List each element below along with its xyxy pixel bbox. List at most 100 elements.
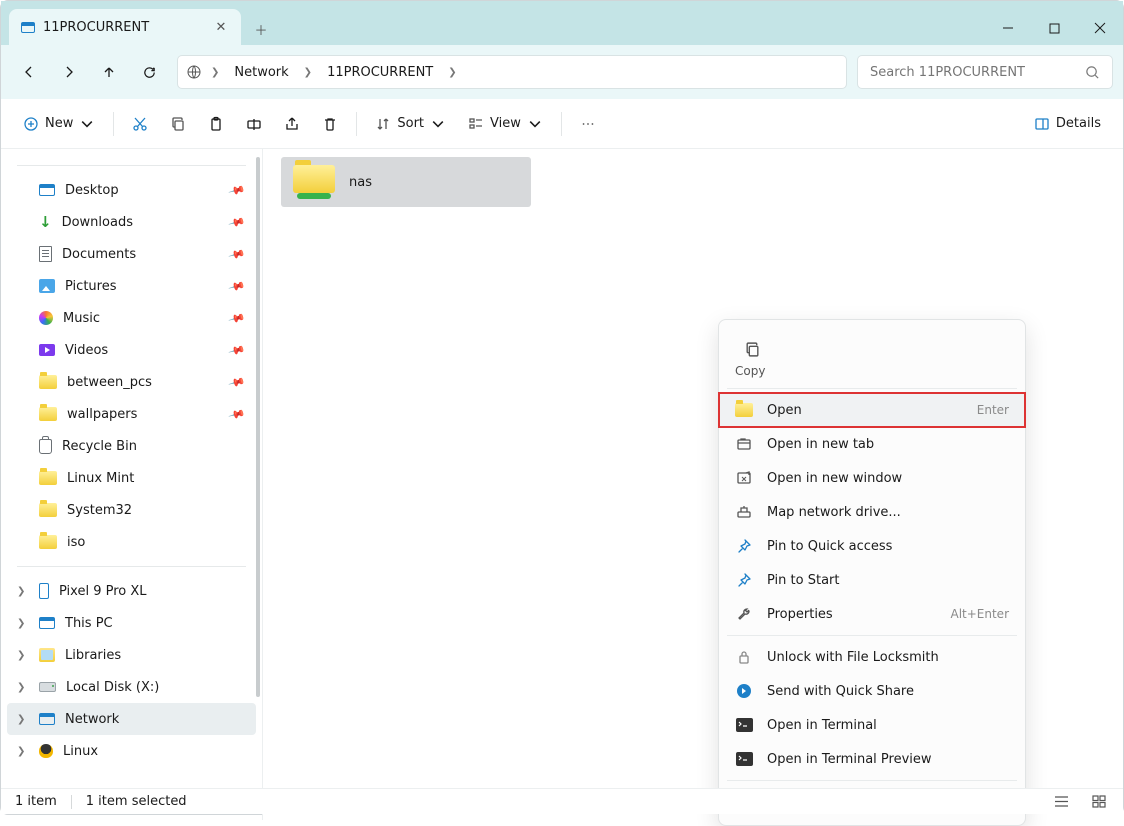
- rename-button[interactable]: [236, 107, 272, 141]
- context-send-with-quick-share[interactable]: Send with Quick Share: [719, 674, 1025, 708]
- up-button[interactable]: [91, 54, 127, 90]
- pin-icon: 📌: [228, 405, 246, 423]
- context-copy-button[interactable]: [735, 332, 769, 366]
- breadcrumb-network[interactable]: Network: [228, 61, 294, 84]
- sidebar-item-between-pcs[interactable]: between_pcs📌: [7, 366, 256, 398]
- sidebar-item-label: This PC: [65, 616, 113, 631]
- cut-button[interactable]: [122, 107, 158, 141]
- search-box[interactable]: [857, 55, 1113, 89]
- sidebar-item-label: wallpapers: [67, 407, 137, 422]
- context-open[interactable]: OpenEnter: [719, 393, 1025, 427]
- sidebar-item-recycle-bin[interactable]: Recycle Bin: [7, 430, 256, 462]
- sidebar-item-music[interactable]: Music📌: [7, 302, 256, 334]
- sidebar-item-system32[interactable]: System32: [7, 494, 256, 526]
- lib-icon: [39, 648, 55, 662]
- folder-icon: [39, 503, 57, 517]
- context-item-label: Properties: [767, 607, 936, 622]
- pin-icon: 📌: [228, 341, 246, 359]
- sidebar-item-videos[interactable]: Videos📌: [7, 334, 256, 366]
- share-button[interactable]: [274, 107, 310, 141]
- delete-button[interactable]: [312, 107, 348, 141]
- expand-icon[interactable]: ❯: [17, 650, 25, 661]
- context-pin-to-start[interactable]: Pin to Start: [719, 563, 1025, 597]
- term-icon: [735, 716, 753, 734]
- expand-icon[interactable]: ❯: [17, 618, 25, 629]
- folder-icon: [735, 401, 753, 419]
- doc-icon: [39, 246, 52, 262]
- minimize-button[interactable]: [985, 11, 1031, 45]
- copy-icon: [744, 341, 761, 358]
- sidebar-item-this-pc[interactable]: ❯ This PC: [7, 607, 256, 639]
- context-item-label: Open in new tab: [767, 437, 1009, 452]
- address-bar[interactable]: ❯ Network ❯ 11PROCURRENT ❯: [177, 55, 847, 89]
- folder-item-nas[interactable]: nas: [281, 157, 531, 207]
- chevron-down-icon: [430, 116, 446, 132]
- maximize-button[interactable]: [1031, 11, 1077, 45]
- context-open-in-new-window[interactable]: Open in new window: [719, 461, 1025, 495]
- chevron-right-icon[interactable]: ❯: [208, 67, 222, 78]
- sidebar-item-pictures[interactable]: Pictures📌: [7, 270, 256, 302]
- context-unlock-with-file-locksmith[interactable]: Unlock with File Locksmith: [719, 640, 1025, 674]
- sidebar-item-linux[interactable]: ❯Linux: [7, 735, 256, 767]
- new-button[interactable]: New: [13, 107, 105, 141]
- sidebar-item-label: Desktop: [65, 183, 119, 198]
- content-area[interactable]: nas Copy OpenEnter Open in new tab Open in…: [263, 149, 1123, 820]
- sort-button[interactable]: Sort: [365, 107, 456, 141]
- sidebar-item-label: Local Disk (X:): [66, 680, 159, 695]
- sidebar-item-desktop[interactable]: Desktop📌: [7, 174, 256, 206]
- forward-button[interactable]: [51, 54, 87, 90]
- context-item-label: Send with Quick Share: [767, 684, 1009, 699]
- pin-icon: [735, 571, 753, 589]
- sidebar-item-pixel-9-pro-xl[interactable]: ❯Pixel 9 Pro XL: [7, 575, 256, 607]
- context-open-in-terminal-preview[interactable]: Open in Terminal Preview: [719, 742, 1025, 776]
- sidebar-item-downloads[interactable]: ↓Downloads📌: [7, 206, 256, 238]
- back-button[interactable]: [11, 54, 47, 90]
- chevron-right-icon[interactable]: ❯: [301, 67, 315, 78]
- grid-view-button[interactable]: [1089, 793, 1109, 811]
- context-open-in-terminal[interactable]: Open in Terminal: [719, 708, 1025, 742]
- context-open-in-new-tab[interactable]: Open in new tab: [719, 427, 1025, 461]
- expand-icon[interactable]: ❯: [17, 586, 25, 597]
- sidebar-item-iso[interactable]: iso: [7, 526, 256, 558]
- sidebar-item-linux-mint[interactable]: Linux Mint: [7, 462, 256, 494]
- details-pane-button[interactable]: Details: [1024, 107, 1111, 141]
- refresh-button[interactable]: [131, 54, 167, 90]
- context-copy-caption: Copy: [719, 364, 1025, 384]
- context-map-network-drive-[interactable]: Map network drive...: [719, 495, 1025, 529]
- expand-icon[interactable]: ❯: [17, 714, 25, 725]
- window-tab[interactable]: 11PROCURRENT ✕: [9, 9, 241, 45]
- context-item-label: Open in new window: [767, 471, 1009, 486]
- view-label: View: [490, 116, 521, 131]
- paste-button[interactable]: [198, 107, 234, 141]
- context-pin-to-quick-access[interactable]: Pin to Quick access: [719, 529, 1025, 563]
- context-quick-actions: [719, 326, 1025, 368]
- lock-icon: [735, 648, 753, 666]
- breadcrumb-current[interactable]: 11PROCURRENT: [321, 61, 439, 84]
- sidebar-item-documents[interactable]: Documents📌: [7, 238, 256, 270]
- sidebar-item-libraries[interactable]: ❯Libraries: [7, 639, 256, 671]
- sidebar-item-wallpapers[interactable]: wallpapers 📌: [7, 398, 256, 430]
- expand-icon[interactable]: ❯: [17, 682, 25, 693]
- list-view-button[interactable]: [1051, 793, 1071, 811]
- copy-button[interactable]: [160, 107, 196, 141]
- pin-icon: 📌: [228, 373, 246, 391]
- paste-icon: [208, 116, 224, 132]
- new-tab-button[interactable]: ＋: [245, 13, 277, 45]
- search-icon: [1085, 65, 1100, 80]
- plus-circle-icon: [23, 116, 39, 132]
- sidebar-item-local-disk-x-[interactable]: ❯ Local Disk (X:): [7, 671, 256, 703]
- close-window-button[interactable]: [1077, 11, 1123, 45]
- sidebar-scrollbar[interactable]: [256, 157, 260, 812]
- navigation-pane: Desktop📌↓Downloads📌Documents📌Pictures📌Mu…: [1, 149, 263, 820]
- wrench-icon: [735, 605, 753, 623]
- expand-icon[interactable]: ❯: [17, 746, 25, 757]
- search-input[interactable]: [870, 65, 1085, 80]
- more-button[interactable]: [570, 107, 606, 141]
- sidebar-item-network[interactable]: ❯ Network: [7, 703, 256, 735]
- sidebar-item-label: Network: [65, 712, 119, 727]
- phone-icon: [39, 583, 49, 599]
- close-tab-icon[interactable]: ✕: [213, 19, 229, 35]
- chevron-right-icon[interactable]: ❯: [445, 67, 459, 78]
- context-properties[interactable]: PropertiesAlt+Enter: [719, 597, 1025, 631]
- view-button[interactable]: View: [458, 107, 553, 141]
